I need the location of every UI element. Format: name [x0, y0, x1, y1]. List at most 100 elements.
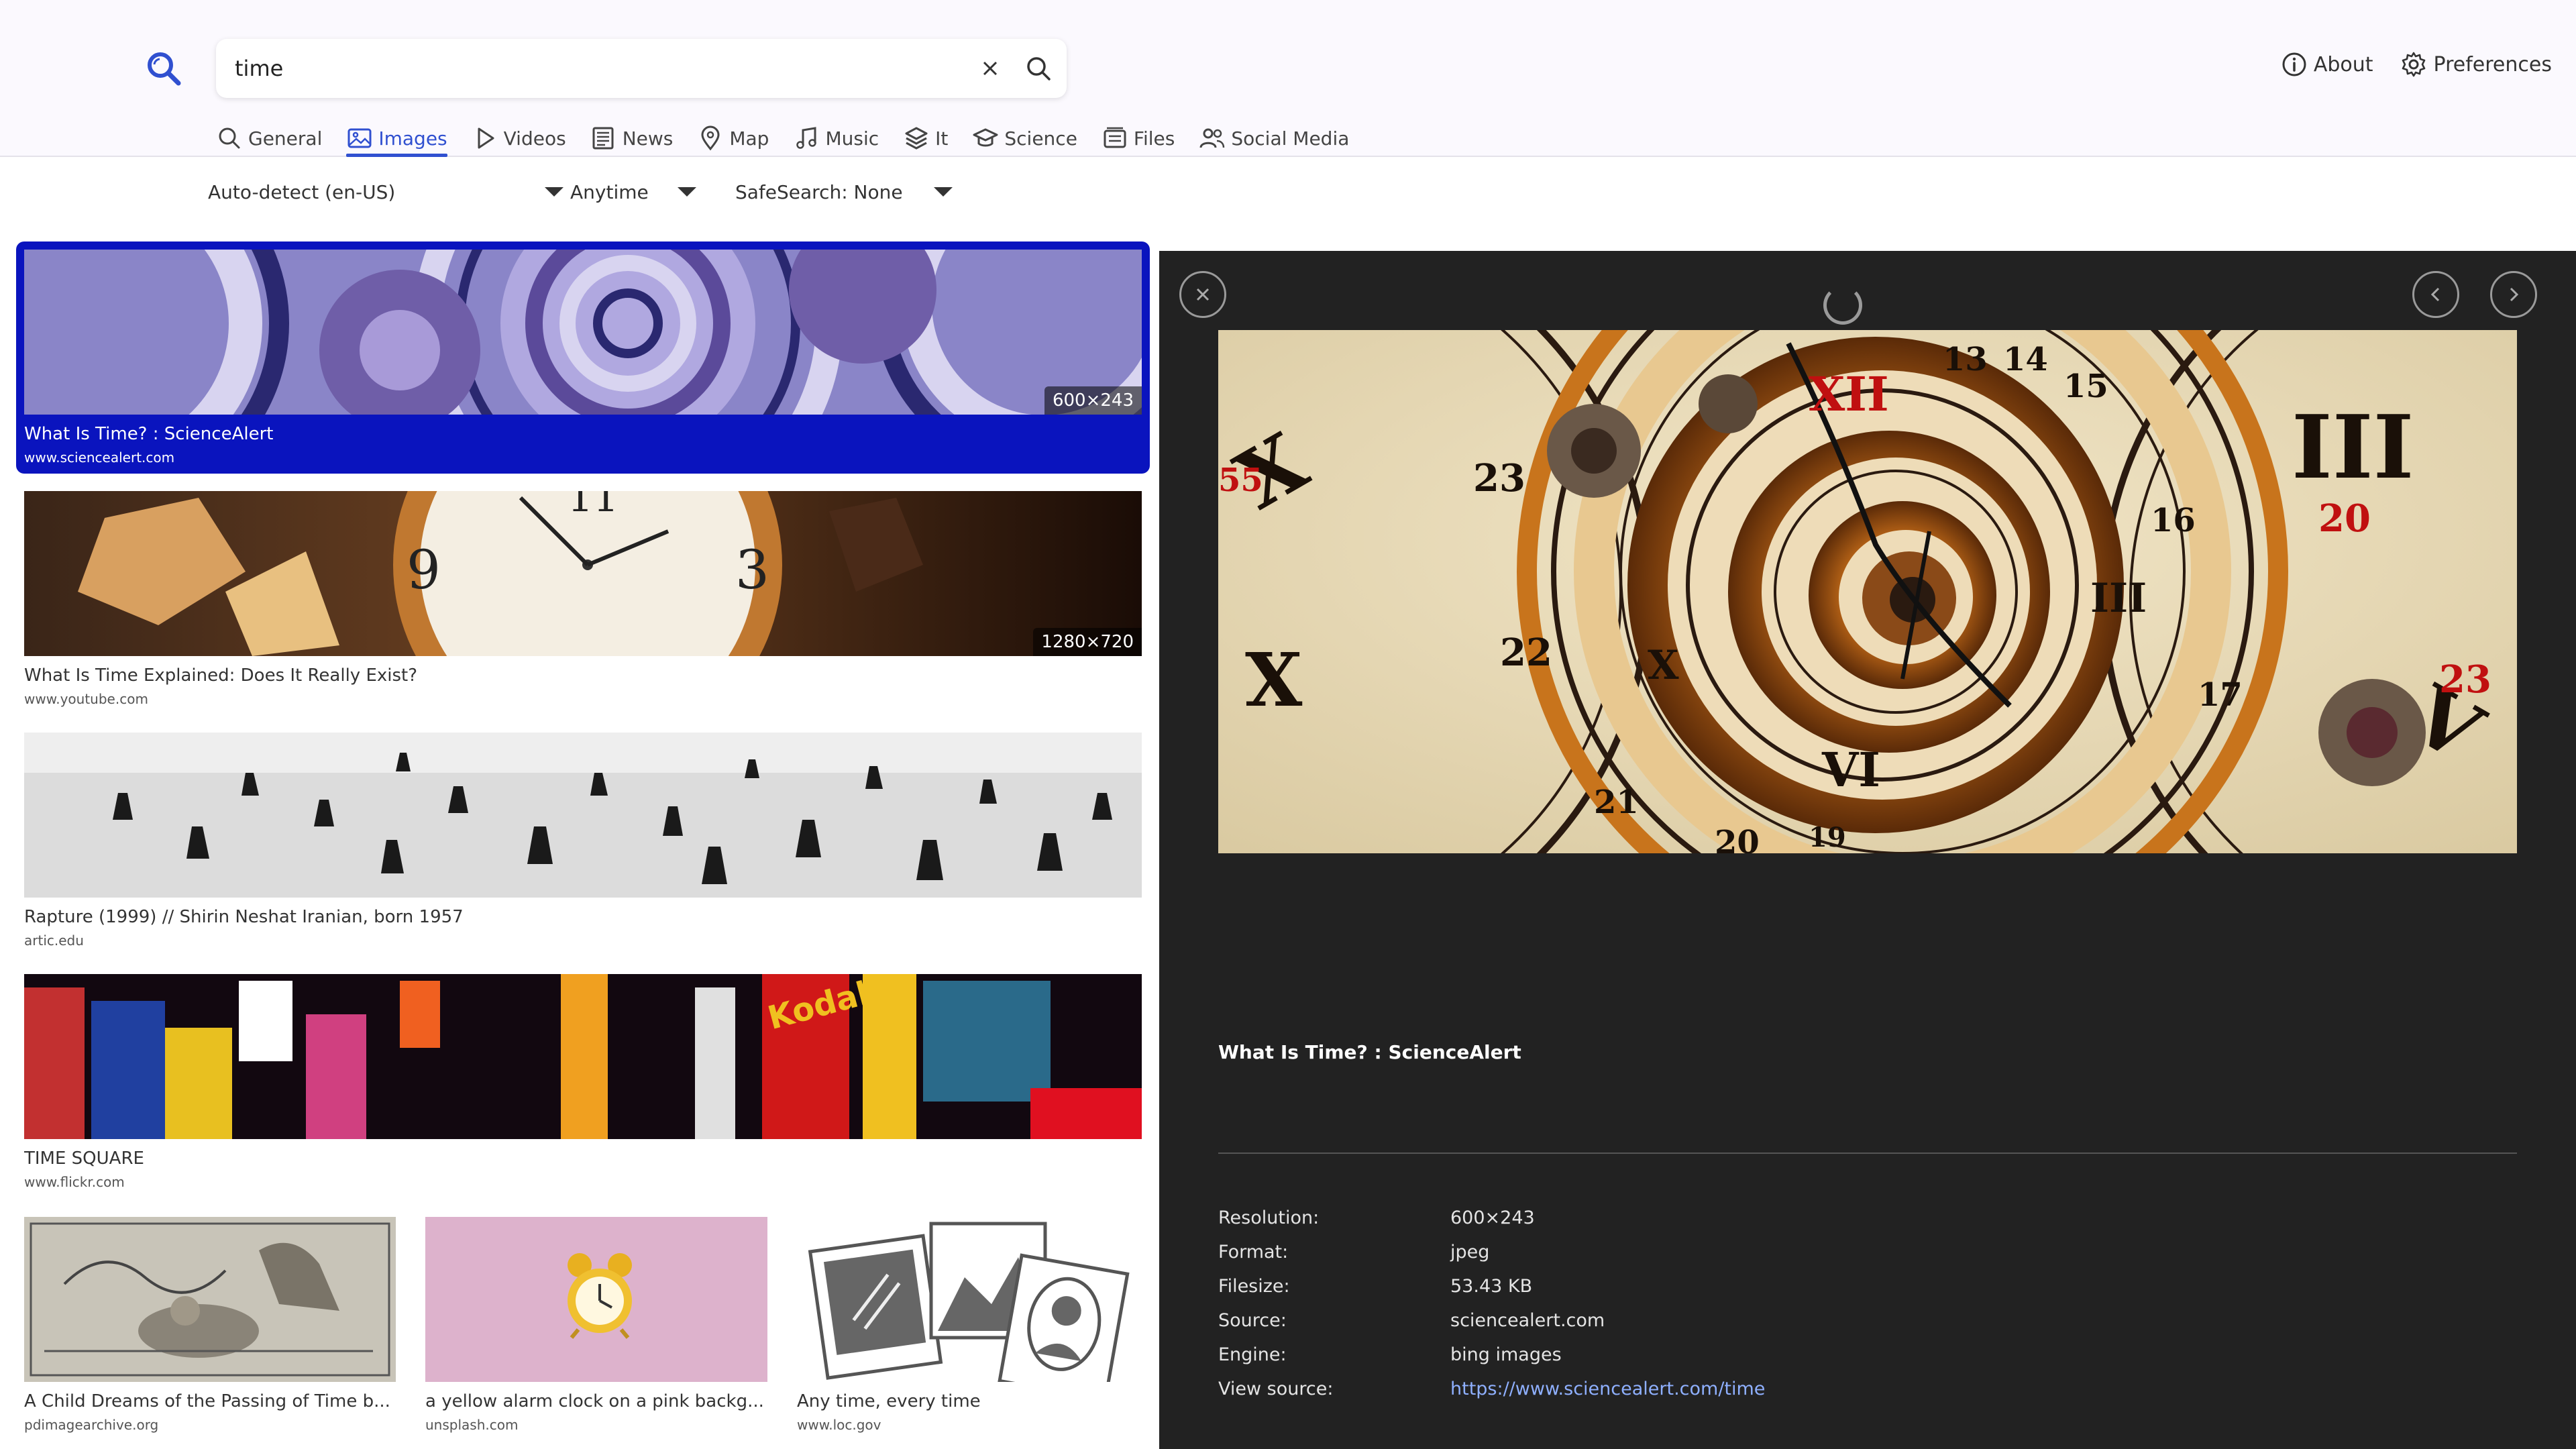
search-input[interactable] — [235, 39, 959, 98]
svg-text:III: III — [2292, 396, 2414, 498]
search-button[interactable] — [1021, 51, 1056, 86]
gear-icon — [2402, 52, 2425, 77]
tab-science[interactable]: Science — [972, 119, 1077, 157]
image-detail-panel: X X III V XII VI X III 13 14 15 16 17 23… — [1159, 251, 2576, 1449]
tab-social-media[interactable]: Social Media — [1199, 119, 1349, 157]
result-title: a yellow alarm clock on a pink backg... — [425, 1391, 764, 1411]
time-range-select[interactable]: Anytime — [570, 181, 735, 203]
people-icon — [1199, 128, 1225, 148]
result-url: pdimagearchive.org — [24, 1417, 159, 1433]
clear-search-button[interactable] — [974, 52, 1006, 85]
exploding-clock-image: 9 3 11 — [24, 491, 1142, 656]
tab-label: It — [935, 127, 949, 150]
metadata-row-filesize: Filesize: 53.43 KB — [1218, 1269, 1765, 1303]
time-range-select-value: Anytime — [570, 180, 649, 203]
svg-text:XII: XII — [1809, 366, 1889, 422]
resolution-badge: 600×243 — [1044, 386, 1142, 415]
result-title: A Child Dreams of the Passing of Time b.… — [24, 1391, 390, 1411]
spiral-clock-large-image: X X III V XII VI X III 13 14 15 16 17 23… — [1218, 330, 2517, 853]
result-thumbnail — [24, 1217, 396, 1382]
svg-text:X: X — [1245, 637, 1303, 723]
metadata-row-view-source: View source: https://www.sciencealert.co… — [1218, 1372, 1765, 1406]
detail-image[interactable]: X X III V XII VI X III 13 14 15 16 17 23… — [1218, 330, 2517, 853]
tab-general[interactable]: General — [216, 119, 322, 157]
divider — [1218, 1152, 2517, 1154]
tab-label: Map — [729, 127, 769, 150]
rapture-photo-image — [24, 733, 1142, 898]
graduation-cap-icon — [973, 128, 998, 147]
metadata-value: jpeg — [1450, 1242, 1490, 1263]
tab-files[interactable]: Files — [1102, 119, 1175, 157]
metadata-key: Format: — [1218, 1242, 1289, 1263]
preferences-label: Preferences — [2433, 52, 2552, 76]
tab-videos[interactable]: Videos — [472, 119, 566, 157]
result-title: Rapture (1999) // Shirin Neshat Iranian,… — [24, 907, 464, 927]
metadata-value: sciencealert.com — [1450, 1310, 1605, 1331]
close-detail-button[interactable] — [1179, 271, 1226, 318]
svg-text:VI: VI — [1821, 742, 1880, 798]
search-icon — [219, 127, 240, 149]
previous-image-button[interactable] — [2412, 271, 2459, 318]
tab-it[interactable]: It — [903, 119, 948, 157]
image-result[interactable]: a yellow alarm clock on a pink backg... … — [425, 1217, 767, 1433]
next-image-button[interactable] — [2490, 271, 2537, 318]
image-result[interactable]: Any time, every time www.loc.gov — [797, 1217, 1132, 1433]
metadata-row-source: Source: sciencealert.com — [1218, 1303, 1765, 1338]
tab-label: Science — [1004, 127, 1077, 150]
metadata-key: Filesize: — [1218, 1276, 1290, 1297]
result-url: www.youtube.com — [24, 691, 148, 707]
result-thumbnail — [24, 733, 1142, 898]
loading-spinner-icon — [1823, 286, 1862, 325]
image-result[interactable]: 600×243 What Is Time? : ScienceAlert www… — [16, 241, 1150, 474]
category-tabs: General Images Videos News Map Music It — [216, 119, 1373, 157]
view-source-link[interactable]: https://www.sciencealert.com/time — [1450, 1379, 1765, 1399]
info-icon — [2282, 52, 2306, 76]
image-result[interactable]: 9 3 11 1280×720 What Is Time Explained: … — [16, 483, 1150, 715]
tab-label: News — [622, 127, 674, 150]
svg-text:16: 16 — [2151, 502, 2196, 539]
safesearch-select-value: SafeSearch: None — [735, 180, 903, 203]
chevron-down-icon — [545, 187, 564, 197]
result-title: What Is Time Explained: Does It Really E… — [24, 665, 418, 686]
search-filters: Auto-detect (en-US) Anytime SafeSearch: … — [208, 176, 957, 208]
resolution-badge: 1280×720 — [1033, 628, 1142, 656]
tab-label: Videos — [503, 127, 566, 150]
metadata-key: View source: — [1218, 1379, 1334, 1399]
chevron-down-icon — [678, 187, 696, 197]
metadata-value: 53.43 KB — [1450, 1276, 1533, 1297]
chevron-left-icon — [2430, 287, 2440, 302]
tab-label: Music — [825, 127, 879, 150]
result-url: artic.edu — [24, 932, 84, 949]
tab-images[interactable]: Images — [346, 119, 447, 157]
layers-icon — [905, 127, 928, 150]
search-box — [216, 39, 1067, 98]
image-result[interactable]: A Child Dreams of the Passing of Time b.… — [24, 1217, 396, 1433]
svg-text:17: 17 — [2198, 676, 2243, 714]
detail-title: What Is Time? : ScienceAlert — [1218, 1041, 1521, 1063]
about-link[interactable]: About — [2282, 52, 2373, 77]
metadata-row-engine: Engine: bing images — [1218, 1338, 1765, 1372]
image-metadata: Resolution: 600×243 Format: jpeg Filesiz… — [1218, 1201, 1765, 1406]
svg-text:X: X — [1648, 642, 1679, 689]
tab-label: Social Media — [1231, 127, 1350, 150]
map-pin-icon — [701, 125, 720, 151]
svg-text:14: 14 — [2003, 341, 2048, 378]
tab-label: Images — [378, 127, 447, 150]
tab-map[interactable]: Map — [697, 119, 769, 157]
result-url: www.loc.gov — [797, 1417, 881, 1433]
close-icon — [983, 61, 998, 76]
metadata-key: Engine: — [1218, 1344, 1287, 1365]
safesearch-select[interactable]: SafeSearch: None — [735, 181, 957, 203]
image-result[interactable]: Rapture (1999) // Shirin Neshat Iranian,… — [16, 724, 1150, 957]
preferences-link[interactable]: Preferences — [2400, 51, 2552, 78]
newspaper-icon — [592, 127, 614, 150]
tab-news[interactable]: News — [590, 119, 674, 157]
metadata-key: Source: — [1218, 1310, 1287, 1331]
searxng-logo-icon[interactable] — [145, 50, 182, 87]
language-select[interactable]: Auto-detect (en-US) — [208, 181, 570, 203]
image-icon — [347, 128, 372, 148]
svg-text:15: 15 — [2063, 368, 2108, 405]
result-title: TIME SQUARE — [24, 1148, 144, 1169]
tab-music[interactable]: Music — [793, 119, 879, 157]
image-result[interactable]: Kodak TIME SQUARE www.flickr.com — [16, 966, 1150, 1198]
